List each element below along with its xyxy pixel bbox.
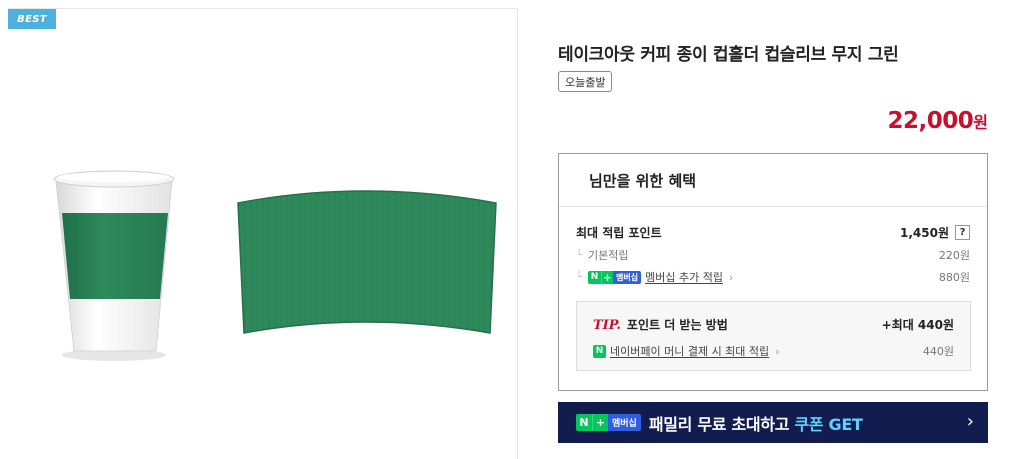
basic-points-row: └ 기본적립 220원 [576,247,970,263]
shipping-tag: 오늘출발 [558,71,613,92]
basic-points-label: 기본적립 [588,249,629,262]
price-value: 22,000 [887,108,974,134]
max-points-row: 최대 적립 포인트 1,450원 ? [576,224,970,241]
member-points-value: 880원 [938,271,970,284]
basic-points-value: 220원 [938,249,970,262]
product-page: BEST 테이크아웃 커피 종이 컵홀더 컵슬리브 무지 그린 오늘출발 22,… [0,0,1009,459]
chevron-right-icon[interactable]: › [775,345,779,358]
tip-box: TIP. 포인트 더 받는 방법 +최대 440원 N 네이버페이 머니 결제 시… [576,301,971,371]
max-points-value: 1,450원 [900,226,949,240]
best-badge: BEST [8,9,56,29]
naver-pay-icon: N [593,344,606,358]
naver-n-icon: N [588,270,602,284]
family-banner-main-text: 패밀리 무료 초대하고 [648,414,795,434]
member-points-row: └ N + 멤버십 멤버십 추가 적립 › 880원 [576,269,970,285]
tip-max-value: +최대 440원 [881,318,954,332]
plus-icon: + [601,270,614,284]
family-banner-text: 패밀리 무료 초대하고 쿠폰 GET [649,411,863,435]
benefit-header: 님만을 위한 혜택 [559,154,987,207]
member-points-link[interactable]: 멤버십 추가 적립 [645,269,723,285]
plus-icon: + [592,414,608,431]
tree-branch-icon: └ [576,271,583,283]
product-image-panel: BEST [8,8,518,459]
product-title: 테이크아웃 커피 종이 컵홀더 컵슬리브 무지 그린 [558,45,899,65]
tip-label: TIP. [593,318,621,333]
membership-badge-text: 멤버십 [608,414,641,431]
chevron-right-icon[interactable]: › [967,411,974,432]
tip-title: 포인트 더 받는 방법 [626,318,728,332]
npay-link[interactable]: 네이버페이 머니 결제 시 최대 적립 [610,343,769,359]
membership-badge-text: 멤버십 [613,270,642,284]
npay-value: 440원 [922,345,954,358]
tree-branch-icon: └ [576,249,583,261]
naver-n-icon: N [576,414,592,431]
product-image[interactable] [44,159,504,369]
family-banner-accent-text: 쿠폰 GET [794,414,863,434]
product-price: 22,000원 [888,108,989,134]
help-icon[interactable]: ? [955,225,970,240]
benefit-box: 님만을 위한 혜택 최대 적립 포인트 1,450원 ? └ 기본적립 220원… [558,153,988,391]
npay-row: N 네이버페이 머니 결제 시 최대 적립 › 440원 [593,343,954,359]
naver-plus-membership-badge: N + 멤버십 [576,414,641,431]
price-unit: 원 [973,113,988,132]
naver-plus-membership-badge: N + 멤버십 [588,270,642,284]
chevron-right-icon[interactable]: › [729,271,733,284]
tip-header-row: TIP. 포인트 더 받는 방법 +최대 440원 [593,316,954,333]
family-invite-banner[interactable]: N + 멤버십 패밀리 무료 초대하고 쿠폰 GET › [558,402,988,443]
max-points-label: 최대 적립 포인트 [576,226,662,240]
product-info: 테이크아웃 커피 종이 컵홀더 컵슬리브 무지 그린 오늘출발 22,000원 … [558,0,990,459]
